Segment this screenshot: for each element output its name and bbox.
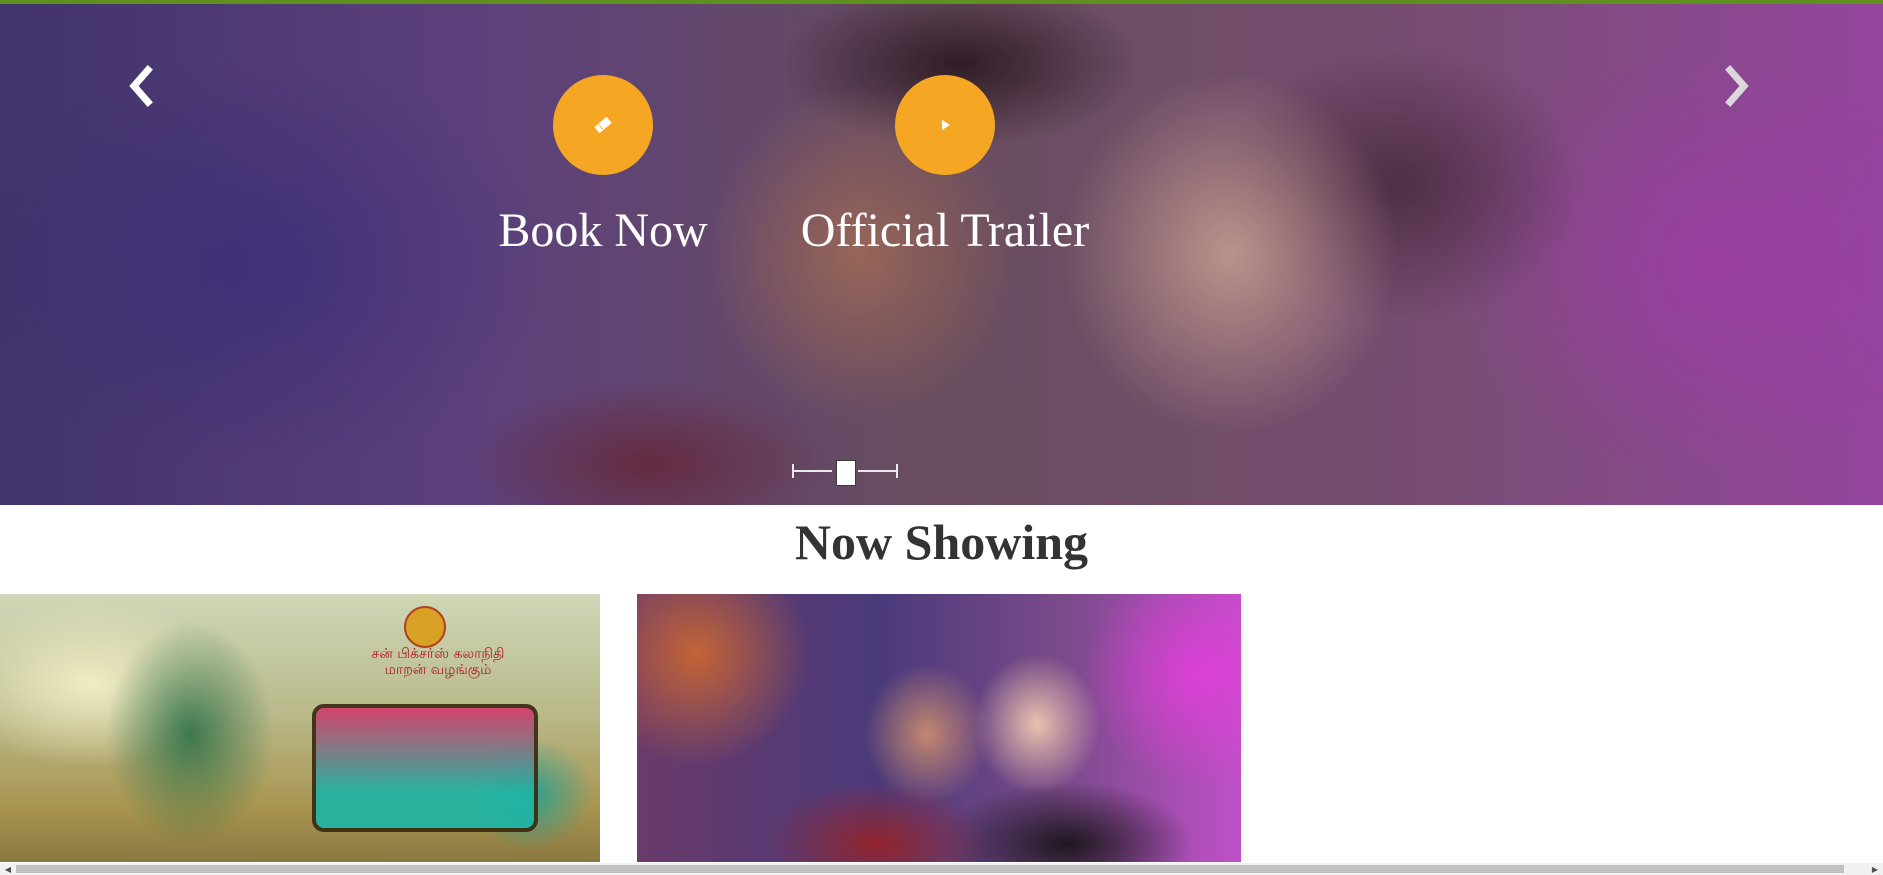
carousel-next-button[interactable] [1720,60,1754,112]
studio-logo [404,606,446,648]
chevron-right-icon [1725,65,1749,107]
book-now-cta[interactable]: Book Now [485,75,721,259]
carousel-indicator-3[interactable] [858,470,898,472]
book-now-button[interactable] [553,75,653,175]
carousel-indicator-1[interactable] [792,470,832,472]
scroll-left-icon[interactable]: ◀ [0,863,16,875]
carousel-indicators [792,460,898,486]
hero-carousel: Book Now Official Trailer [0,4,1883,505]
carousel-indicator-2-active[interactable] [836,460,856,486]
movie-poster-2[interactable] [637,594,1241,862]
chevron-left-icon [129,65,153,107]
horizontal-scrollbar[interactable]: ◀ ▶ [0,863,1883,875]
book-now-label[interactable]: Book Now [485,203,721,259]
carousel-indicator-tick [792,464,794,478]
now-showing-heading: Now Showing [794,514,1089,570]
carousel-prev-button[interactable] [124,60,158,112]
ticket-icon [594,117,612,133]
poster-credit-text: சன் பிக்சர்ஸ் கலாநிதி மாறன் வழங்கும் [371,646,505,678]
scrollbar-thumb[interactable] [16,865,1844,873]
carousel-indicator-tick [896,464,898,478]
play-icon [942,120,950,130]
scroll-right-icon[interactable]: ▶ [1867,863,1883,875]
official-trailer-label[interactable]: Official Trailer [790,203,1100,259]
poster-title-logo [312,704,538,832]
play-trailer-button[interactable] [895,75,995,175]
official-trailer-cta[interactable]: Official Trailer [790,75,1100,259]
movie-poster-1[interactable]: சன் பிக்சர்ஸ் கலாநிதி மாறன் வழங்கும் [0,594,600,862]
